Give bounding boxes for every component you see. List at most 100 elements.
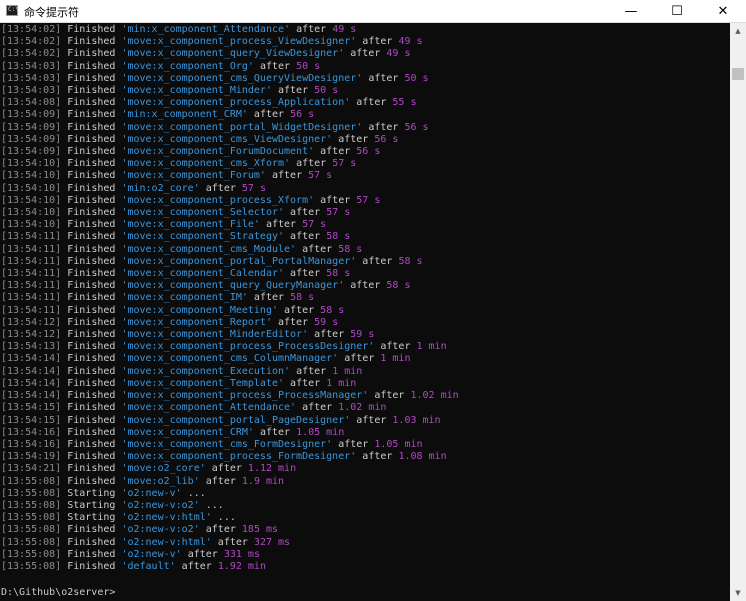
log-status: Finished xyxy=(67,524,116,536)
log-status: Finished xyxy=(67,451,116,463)
log-status: Finished xyxy=(67,438,116,450)
log-status: Finished xyxy=(67,463,116,475)
log-timestamp: [13:54:02] xyxy=(1,48,62,60)
log-after: after xyxy=(253,292,285,304)
log-after: after xyxy=(356,97,387,109)
log-line: [13:55:08] Finished 'o2:new-v:o2' after … xyxy=(1,524,459,536)
log-task-name: 'move:x_component_cms_QueryViewDesigner' xyxy=(121,72,363,84)
log-task-name: 'move:x_component_portal_PageDesigner' xyxy=(121,414,351,426)
log-status: Finished xyxy=(67,536,116,548)
log-duration: 57 s xyxy=(308,170,333,182)
log-duration: 56 s xyxy=(404,121,429,133)
log-after: after xyxy=(181,560,212,572)
window-title: 命令提示符 xyxy=(24,6,79,19)
log-timestamp: [13:55:08] xyxy=(1,560,62,572)
log-duration: 57 s xyxy=(326,207,351,219)
log-after: after xyxy=(350,280,381,292)
log-after: after xyxy=(265,219,297,231)
log-after: after xyxy=(356,414,387,426)
log-timestamp: [13:54:12] xyxy=(1,329,62,341)
log-status: Finished xyxy=(67,109,116,121)
log-line: [13:54:14] Finished 'move:x_component_Ex… xyxy=(1,366,459,378)
log-timestamp: [13:54:03] xyxy=(1,85,62,97)
log-timestamp: [13:54:02] xyxy=(1,24,62,35)
log-timestamp: [13:55:08] xyxy=(1,499,62,511)
log-line: [13:54:19] Finished 'move:x_component_pr… xyxy=(1,451,459,463)
log-line: [13:54:10] Finished 'move:x_component_cm… xyxy=(1,158,459,170)
log-line: [13:54:10] Finished 'move:x_component_Fi… xyxy=(1,219,459,231)
close-button[interactable]: ✕ xyxy=(700,0,746,23)
log-duration: 57 s xyxy=(302,219,327,231)
log-duration: 1.03 min xyxy=(392,414,441,426)
log-after: after xyxy=(338,438,369,450)
log-line: [13:54:15] Finished 'move:x_component_At… xyxy=(1,402,459,414)
log-task-name: 'move:x_component_cms_ColumnManager' xyxy=(121,353,339,365)
log-duration: 331 ms xyxy=(223,548,260,560)
command-prompt[interactable]: D:\Github\o2server> xyxy=(1,587,115,599)
log-after: after xyxy=(290,231,321,243)
log-duration: 185 ms xyxy=(241,524,279,536)
log-task-name: 'o2:new-v:o2' xyxy=(121,524,200,536)
log-task-name: 'o2:new-v' xyxy=(121,487,182,499)
log-task-name: 'move:x_component_Template' xyxy=(121,377,285,389)
log-duration: 1 min xyxy=(332,365,363,377)
log-timestamp: [13:54:03] xyxy=(1,60,62,72)
log-status: Finished xyxy=(67,182,116,194)
log-duration: 327 ms xyxy=(253,536,291,548)
log-after: ... xyxy=(217,512,236,524)
log-duration: 57 s xyxy=(356,194,381,206)
log-after: after xyxy=(344,353,375,365)
log-status: Finished xyxy=(67,60,116,72)
log-after: after xyxy=(284,304,315,316)
log-after: after xyxy=(290,268,321,280)
log-line: [13:54:03] Finished 'move:x_component_cm… xyxy=(1,73,459,85)
scroll-up-arrow-icon[interactable]: ▲ xyxy=(730,23,746,39)
log-line: [13:54:10] Finished 'min:o2_core' after … xyxy=(1,183,459,195)
scrollbar-thumb[interactable] xyxy=(732,68,744,80)
log-line: [13:54:12] Finished 'move:x_component_Mi… xyxy=(1,329,459,341)
log-timestamp: [13:54:11] xyxy=(1,268,62,280)
log-status: Finished xyxy=(67,560,116,572)
log-line: [13:54:11] Finished 'move:x_component_Me… xyxy=(1,305,459,317)
log-status: Finished xyxy=(67,304,116,316)
log-timestamp: [13:54:10] xyxy=(1,219,62,231)
maximize-button[interactable]: ☐ xyxy=(654,0,700,23)
log-after: after xyxy=(259,426,291,438)
log-timestamp: [13:54:09] xyxy=(1,121,62,133)
log-after: ... xyxy=(205,499,224,511)
vertical-scrollbar[interactable]: ▲ ▼ xyxy=(730,23,746,601)
log-status: Finished xyxy=(67,219,116,231)
log-status: Finished xyxy=(67,377,116,389)
log-task-name: 'min:x_component_CRM' xyxy=(121,109,248,121)
log-status: Finished xyxy=(67,390,116,402)
log-line: [13:54:11] Finished 'move:x_component_St… xyxy=(1,231,459,243)
log-duration: 56 s xyxy=(356,146,381,158)
log-line: [13:54:11] Finished 'move:x_component_cm… xyxy=(1,244,459,256)
log-timestamp: [13:55:08] xyxy=(1,487,62,499)
log-status: Finished xyxy=(67,414,116,426)
log-line: [13:54:09] Finished 'move:x_component_Fo… xyxy=(1,146,459,158)
log-duration: 58 s xyxy=(338,243,363,255)
scroll-down-arrow-icon[interactable]: ▼ xyxy=(730,585,746,601)
log-status: Starting xyxy=(67,512,116,524)
maximize-icon: ☐ xyxy=(671,4,683,19)
log-status: Finished xyxy=(67,194,116,206)
log-line: [13:54:14] Finished 'move:x_component_cm… xyxy=(1,353,459,365)
log-timestamp: [13:54:11] xyxy=(1,255,62,267)
log-timestamp: [13:54:16] xyxy=(1,426,62,438)
log-lines: [13:54:02] Finished 'min:x_component_Att… xyxy=(1,24,459,573)
log-line: [13:54:10] Finished 'move:x_component_Fo… xyxy=(1,170,459,182)
log-line: [13:54:03] Finished 'move:x_component_Or… xyxy=(1,61,459,73)
console-output[interactable]: [13:54:02] Finished 'min:x_component_Att… xyxy=(0,23,730,601)
log-after: after xyxy=(314,329,345,341)
log-status: Finished xyxy=(67,426,116,438)
log-timestamp: [13:54:09] xyxy=(1,133,62,145)
log-line: [13:54:16] Finished 'move:x_component_cm… xyxy=(1,439,459,451)
log-task-name: 'move:x_component_process_ViewDesigner' xyxy=(121,36,357,48)
log-duration: 1.02 min xyxy=(410,390,459,402)
log-line: [13:54:02] Finished 'min:x_component_Att… xyxy=(1,24,459,36)
log-line: [13:54:03] Finished 'move:x_component_Mi… xyxy=(1,85,459,97)
minimize-button[interactable]: — xyxy=(608,0,654,23)
title-bar[interactable]: C:\ 命令提示符 — ☐ ✕ xyxy=(0,0,746,23)
log-line: [13:54:08] Finished 'move:x_component_pr… xyxy=(1,97,459,109)
